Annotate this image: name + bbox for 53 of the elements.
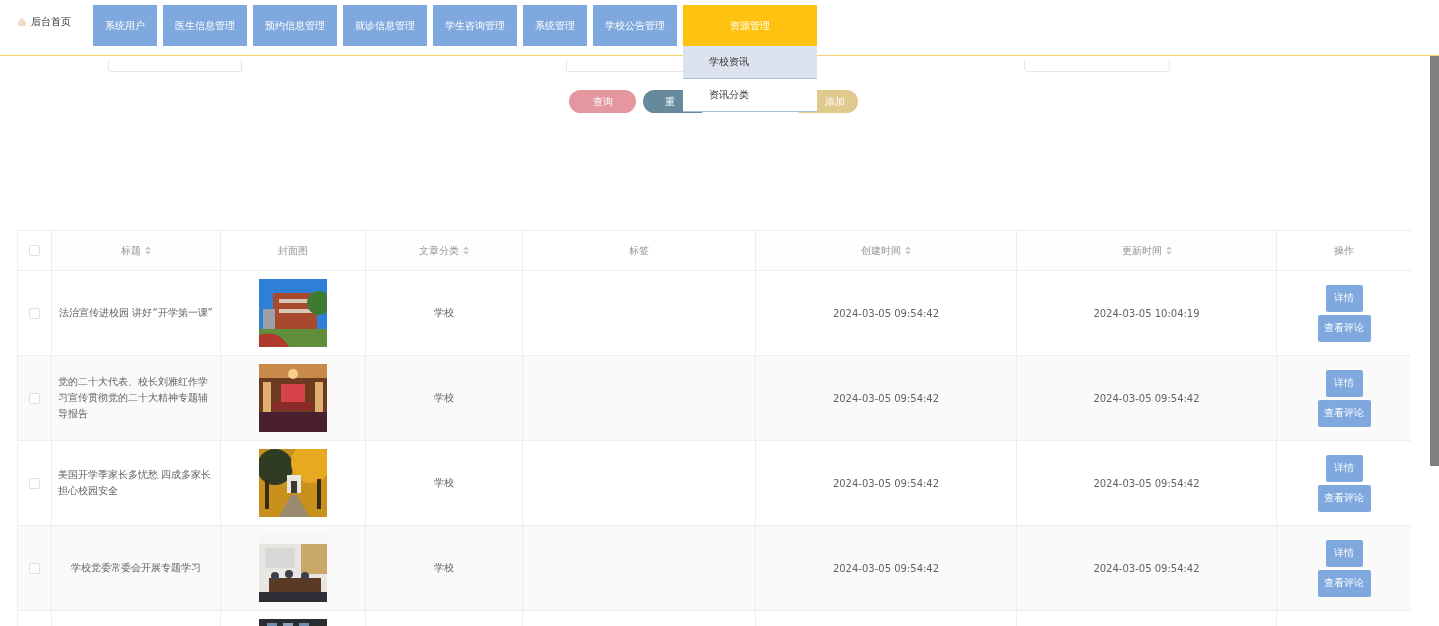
category-text: 学校 [434, 307, 454, 318]
view-comments-button[interactable]: 查看评论 [1317, 399, 1371, 427]
column-header: 创建时间 [861, 243, 901, 258]
view-comments-button[interactable]: 查看评论 [1317, 569, 1371, 597]
details-button[interactable]: 详情 [1325, 454, 1363, 482]
timestamp: 2024-03-05 09:54:42 [1093, 562, 1200, 574]
scrollbar[interactable] [1430, 56, 1439, 466]
nav-tab[interactable]: 医生信息管理 [163, 5, 247, 46]
nav-tab[interactable]: 学校公告管理 [593, 5, 677, 46]
timestamp: 2024-03-05 10:04:19 [1093, 307, 1200, 319]
timestamp: 2024-03-05 09:54:42 [832, 392, 940, 404]
search-button[interactable]: 查询 [569, 90, 636, 113]
column-header: 文章分类 [419, 243, 459, 258]
sort-icon[interactable] [145, 246, 151, 255]
menu-item[interactable]: 学校资讯 [683, 46, 817, 79]
sort-icon[interactable] [463, 246, 469, 255]
column-header: 操作 [1334, 243, 1354, 258]
category-text: 学校 [434, 477, 454, 488]
nav-tab[interactable]: 预约信息管理 [253, 5, 337, 46]
details-button[interactable]: 详情 [1325, 539, 1363, 567]
column-header: 标题 [121, 243, 141, 258]
article-title: 党的二十大代表、校长刘雅红作学习宣传贯彻党的二十大精神专题辅导报告 [57, 375, 209, 421]
article-title: 法治宣传进校园 讲好“开学第一课” [58, 306, 214, 320]
timestamp: 2024-03-05 09:54:42 [1093, 477, 1200, 489]
row-checkbox[interactable] [29, 477, 40, 489]
category-text: 学校 [434, 392, 454, 403]
article-title: 学校党委常委会开展专题学习 [70, 561, 202, 575]
details-button[interactable]: 详情 [1325, 369, 1363, 397]
column-header: 标签 [629, 243, 649, 258]
nav-tab[interactable]: 系统管理 [523, 5, 587, 46]
sort-icon[interactable] [1165, 246, 1172, 255]
nav-tab[interactable]: 就诊信息管理 [343, 5, 427, 46]
view-comments-button[interactable]: 查看评论 [1317, 484, 1371, 512]
row-checkbox[interactable] [29, 562, 40, 574]
sort-icon[interactable] [905, 246, 911, 255]
row-checkbox[interactable] [29, 307, 40, 319]
nav-tab[interactable]: 资源管理 [683, 5, 817, 46]
nav-tab[interactable]: 系统用户 [93, 5, 157, 46]
category-text: 学校 [434, 562, 454, 573]
timestamp: 2024-03-05 09:54:42 [832, 477, 940, 489]
home-icon [16, 16, 27, 27]
select-all-checkbox[interactable] [29, 245, 40, 257]
nav-tab[interactable]: 学生咨询管理 [433, 5, 517, 46]
view-comments-button[interactable]: 查看评论 [1317, 314, 1371, 342]
column-header: 更新时间 [1121, 243, 1162, 258]
details-button[interactable]: 详情 [1325, 284, 1363, 312]
column-header: 封面图 [278, 243, 308, 258]
input-field[interactable] [108, 60, 242, 72]
timestamp: 2024-03-05 09:54:42 [832, 307, 940, 319]
row-checkbox[interactable] [29, 392, 40, 404]
article-title: 美国开学季家长多忧愁 四成多家长担心校园安全 [57, 468, 213, 498]
timestamp: 2024-03-05 09:54:42 [1093, 392, 1200, 404]
timestamp: 2024-03-05 09:54:42 [832, 562, 940, 574]
